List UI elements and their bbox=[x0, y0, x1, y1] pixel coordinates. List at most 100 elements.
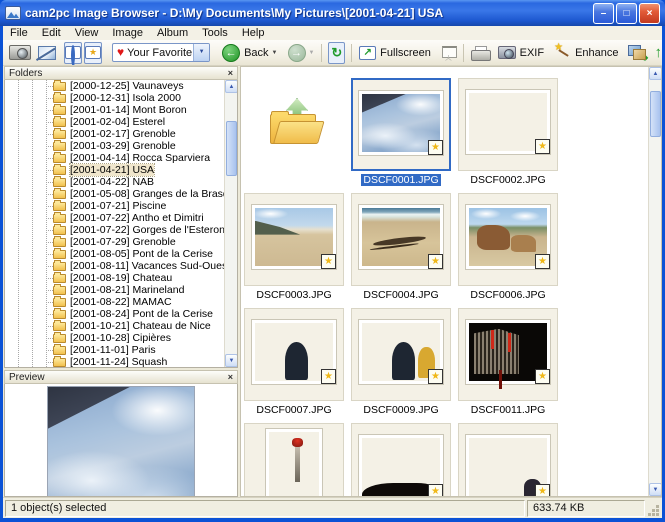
folder-tree-item[interactable]: [2001-02-04] Esterel bbox=[5, 116, 224, 128]
thumbnail-label: DSCF0007.JPG bbox=[244, 404, 344, 416]
slideshow-button[interactable] bbox=[440, 42, 457, 64]
folder-tree-item[interactable]: [2001-03-29] Grenoble bbox=[5, 140, 224, 152]
folder-tree-item[interactable]: [2001-10-21] Chateau de Nice bbox=[5, 320, 224, 332]
thumbnail-item[interactable] bbox=[244, 423, 344, 496]
main-scrollbar-thumb[interactable] bbox=[650, 91, 661, 137]
menu-item[interactable]: Tools bbox=[195, 26, 235, 40]
upload-button[interactable]: ↑ bbox=[655, 44, 662, 61]
folder-tree-item[interactable]: [2001-05-08] Granges de la Brasque bbox=[5, 188, 224, 200]
favorite-star-badge: ★ bbox=[535, 484, 550, 496]
print-button[interactable] bbox=[470, 42, 490, 64]
folder-tree-item[interactable]: [2001-08-24] Pont de la Cerise bbox=[5, 308, 224, 320]
tree-scrollbar[interactable]: ▲ ▼ bbox=[224, 80, 237, 367]
thumbnail-label: DSCF0011.JPG bbox=[458, 404, 558, 416]
preview-pane-toggle[interactable] bbox=[64, 42, 82, 64]
folder-tree-item[interactable]: [2001-02-17] Grenoble bbox=[5, 128, 224, 140]
fullscreen-button[interactable]: ↗ Fullscreen bbox=[358, 42, 432, 64]
thumbnail-item[interactable]: ★ DSCF0004.JPG bbox=[351, 193, 451, 308]
minimize-button[interactable]: – bbox=[593, 3, 614, 24]
folder-tree-item[interactable]: [2001-10-28] Cipières bbox=[5, 332, 224, 344]
dropdown-arrow-icon[interactable]: ▼ bbox=[193, 44, 209, 61]
folders-close-icon[interactable]: × bbox=[228, 67, 233, 79]
folder-icon bbox=[53, 250, 66, 259]
maximize-button[interactable]: □ bbox=[616, 3, 637, 24]
image-viewer-icon bbox=[38, 46, 56, 60]
main-scroll-down-icon[interactable]: ▼ bbox=[649, 483, 662, 496]
menu-item[interactable]: File bbox=[3, 26, 35, 40]
folder-tree-item[interactable]: [2001-04-21] USA bbox=[5, 164, 224, 176]
folder-tree-item[interactable]: [2001-08-22] MAMAC bbox=[5, 296, 224, 308]
convert-button[interactable]: ➔ bbox=[627, 42, 647, 64]
parent-folder-item[interactable]: .. bbox=[244, 78, 344, 193]
folder-tree-item[interactable]: [2001-04-22] NAB bbox=[5, 176, 224, 188]
tree-scroll-up-icon[interactable]: ▲ bbox=[225, 80, 238, 93]
main-scrollbar[interactable]: ▲ ▼ bbox=[648, 67, 661, 496]
exif-button[interactable]: EXIF bbox=[497, 42, 545, 64]
thumbnail-browser: .. ★ DSCF0001.JPG ★ DSCF0002.JPG ★ DSCF0… bbox=[240, 66, 662, 497]
folder-tree-item[interactable]: [2001-11-24] Squash bbox=[5, 356, 224, 367]
folder-tree-item[interactable]: [2001-07-22] Antho et Dimitri bbox=[5, 212, 224, 224]
forward-button[interactable]: → ▼ bbox=[287, 42, 316, 64]
thumbnail-item[interactable]: ★ DSCF0001.JPG bbox=[351, 78, 451, 193]
folder-icon bbox=[53, 202, 66, 211]
title-bar[interactable]: cam2pc Image Browser - D:\My Documents\M… bbox=[0, 0, 665, 26]
thumbnail-item[interactable]: ★ DSCF0007.JPG bbox=[244, 308, 344, 423]
thumbnail-item[interactable]: ★ bbox=[458, 423, 558, 496]
image-viewer-button[interactable] bbox=[37, 42, 57, 64]
folder-tree-item[interactable]: [2001-07-21] Piscine bbox=[5, 200, 224, 212]
favorite-star-badge: ★ bbox=[535, 254, 550, 269]
folder-icon bbox=[53, 190, 66, 199]
folder-tree-item[interactable]: [2001-07-22] Gorges de l'Esteron bbox=[5, 224, 224, 236]
folder-tree-item[interactable]: [2001-08-05] Pont de la Cerise bbox=[5, 248, 224, 260]
folder-tree-item[interactable]: [2001-11-01] Paris bbox=[5, 344, 224, 356]
preview-close-icon[interactable]: × bbox=[228, 371, 233, 383]
menu-item[interactable]: Edit bbox=[35, 26, 68, 40]
back-button[interactable]: ← Back ▼ bbox=[221, 42, 278, 64]
camera-download-button[interactable] bbox=[8, 42, 32, 64]
folder-icon bbox=[53, 310, 66, 319]
favorite-star-badge: ★ bbox=[535, 369, 550, 384]
thumbnail-item[interactable]: ★ bbox=[351, 423, 451, 496]
favorite-star-badge: ★ bbox=[321, 254, 336, 269]
menu-item[interactable]: View bbox=[68, 26, 106, 40]
folder-tree-item[interactable]: [2000-12-31] Isola 2000 bbox=[5, 92, 224, 104]
favorite-folders-dropdown[interactable]: ♥ Your Favorite folders ▼ bbox=[112, 43, 210, 62]
folder-tree-item[interactable]: [2001-08-19] Chateau bbox=[5, 272, 224, 284]
app-window: cam2pc Image Browser - D:\My Documents\M… bbox=[0, 0, 665, 522]
status-bar: 1 object(s) selected 633.74 KB bbox=[3, 497, 662, 518]
thumbnail-item[interactable]: ★ DSCF0009.JPG bbox=[351, 308, 451, 423]
refresh-button[interactable]: ↻ bbox=[328, 42, 345, 64]
favorites-pane-toggle[interactable]: ★ bbox=[84, 42, 102, 64]
thumbnail-photo: ★ bbox=[252, 320, 336, 384]
folder-tree-item[interactable]: [2001-08-11] Vacances Sud-Ouest bbox=[5, 260, 224, 272]
folder-icon bbox=[53, 358, 66, 367]
enhance-button[interactable]: ★ Enhance bbox=[554, 42, 619, 64]
folder-tree-item[interactable]: [2001-04-14] Rocca Sparviera bbox=[5, 152, 224, 164]
thumbnail-item[interactable]: ★ DSCF0011.JPG bbox=[458, 308, 558, 423]
thumbnail-item[interactable]: ★ DSCF0002.JPG bbox=[458, 78, 558, 193]
status-size-text: 633.74 KB bbox=[527, 500, 645, 517]
tree-scroll-down-icon[interactable]: ▼ bbox=[225, 354, 238, 367]
menu-item[interactable]: Album bbox=[150, 26, 195, 40]
toolbar-separator bbox=[351, 44, 352, 62]
menu-item[interactable]: Help bbox=[235, 26, 272, 40]
folder-icon bbox=[53, 94, 66, 103]
back-dropdown-caret-icon[interactable]: ▼ bbox=[272, 50, 278, 56]
folder-tree-item[interactable]: [2001-01-14] Mont Boron bbox=[5, 104, 224, 116]
menu-item[interactable]: Image bbox=[105, 26, 150, 40]
main-scroll-up-icon[interactable]: ▲ bbox=[649, 67, 662, 80]
thumbnail-label: DSCF0001.JPG bbox=[351, 174, 451, 186]
resize-grip[interactable] bbox=[647, 500, 660, 517]
favorite-star-badge: ★ bbox=[428, 369, 443, 384]
thumbnail-item[interactable]: ★ DSCF0003.JPG bbox=[244, 193, 344, 308]
close-button[interactable]: × bbox=[639, 3, 660, 24]
folder-tree-item[interactable]: [2000-12-25] Vaunaveys bbox=[5, 80, 224, 92]
folder-tree-item[interactable]: [2001-07-29] Grenoble bbox=[5, 236, 224, 248]
thumbnail-label: DSCF0002.JPG bbox=[458, 174, 558, 186]
folder-icon bbox=[53, 238, 66, 247]
thumbnail-item[interactable]: ★ DSCF0006.JPG bbox=[458, 193, 558, 308]
tree-scrollbar-thumb[interactable] bbox=[226, 121, 237, 176]
folder-tree-item[interactable]: [2001-08-21] Marineland bbox=[5, 284, 224, 296]
folder-icon bbox=[53, 142, 66, 151]
exif-label: EXIF bbox=[520, 47, 544, 59]
